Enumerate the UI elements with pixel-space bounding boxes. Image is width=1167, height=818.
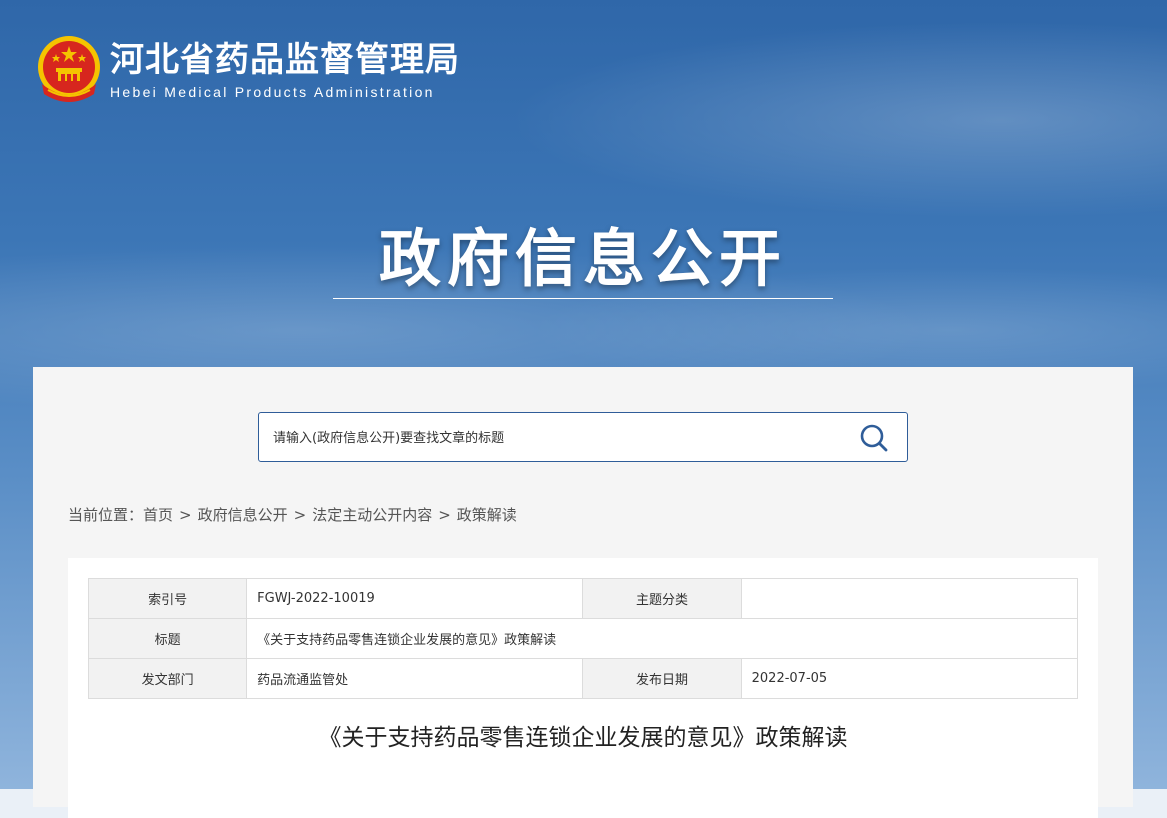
- title-divider: [333, 298, 833, 299]
- title-value: 《关于支持药品零售连锁企业发展的意见》政策解读: [246, 618, 1078, 659]
- national-emblem-icon: [38, 36, 100, 102]
- date-label: 发布日期: [582, 658, 742, 699]
- article-title: 《关于支持药品零售连锁企业发展的意见》政策解读: [318, 725, 848, 751]
- category-value: [740, 578, 1079, 619]
- breadcrumb-prefix: 当前位置：: [68, 506, 144, 524]
- title-label: 标题: [87, 618, 248, 659]
- breadcrumb-separator: >: [179, 506, 192, 524]
- table-row: 发文部门 药品流通监管处 发布日期 2022-07-05: [87, 658, 1079, 699]
- search-input[interactable]: [271, 413, 835, 463]
- main-panel: 当前位置：首页 > 政府信息公开 > 法定主动公开内容 > 政策解读 索引号 FGWJ-20…: [33, 367, 1133, 818]
- table-row: 索引号 FGWJ-2022-10019 主题分类: [87, 578, 1079, 619]
- index-value: FGWJ-2022-10019: [246, 578, 584, 619]
- search-bar: [258, 412, 908, 463]
- breadcrumb: 当前位置：首页 > 政府信息公开 > 法定主动公开内容 > 政策解读: [68, 504, 517, 525]
- search-icon[interactable]: [859, 423, 889, 453]
- breadcrumb-statutory-content[interactable]: 法定主动公开内容: [312, 506, 432, 524]
- dept-label: 发文部门: [87, 658, 248, 699]
- breadcrumb-separator: >: [438, 506, 451, 524]
- category-label: 主题分类: [582, 578, 742, 619]
- breadcrumb-policy-interpretation[interactable]: 政策解读: [457, 506, 517, 524]
- table-row: 标题 《关于支持药品零售连锁企业发展的意见》政策解读: [87, 618, 1078, 659]
- site-title[interactable]: 河北省药品监督管理局: [110, 40, 460, 80]
- breadcrumb-home[interactable]: 首页: [143, 506, 173, 524]
- date-value: 2022-07-05: [740, 658, 1079, 699]
- breadcrumb-gov-info[interactable]: 政府信息公开: [198, 506, 288, 524]
- site-subtitle: Hebei Medical Products Administration: [110, 84, 435, 100]
- article-container: 索引号 FGWJ-2022-10019 主题分类 标题 《关于支持药品零售连锁企…: [68, 558, 1098, 818]
- index-label: 索引号: [87, 578, 248, 619]
- breadcrumb-separator: >: [293, 506, 307, 524]
- page-title: 政府信息公开: [378, 222, 787, 295]
- metadata-table: 索引号 FGWJ-2022-10019 主题分类 标题 《关于支持药品零售连锁企…: [87, 578, 1079, 699]
- dept-value: 药品流通监管处: [246, 658, 584, 699]
